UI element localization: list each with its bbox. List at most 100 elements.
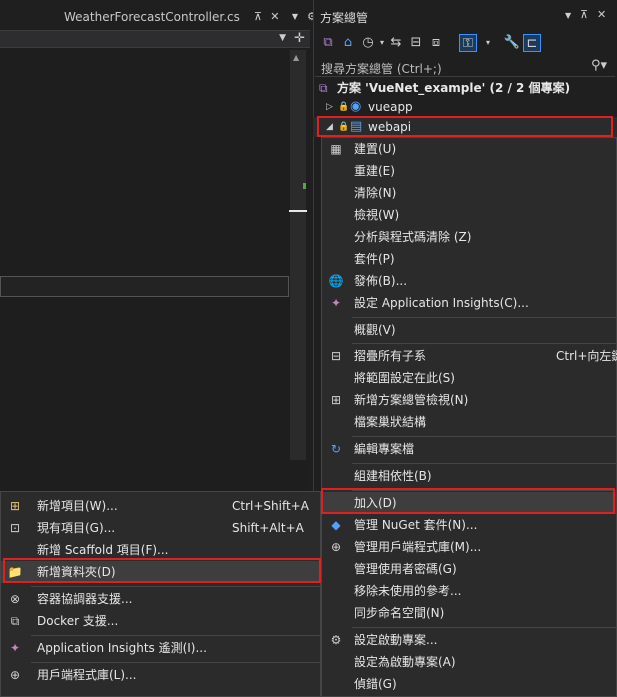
split-editor-icon[interactable]: ✛ xyxy=(294,31,305,46)
menu-item-set-startup[interactable]: 設定為啟動專案(A) xyxy=(322,651,616,673)
editor-find-box[interactable] xyxy=(0,276,289,297)
menu-item-scope-here[interactable]: 將範圍設定在此(S) xyxy=(322,367,616,389)
menu-item-rebuild[interactable]: 重建(E) xyxy=(322,160,616,182)
add-submenu: ⊞ 新增項目(W)... Ctrl+Shift+A ⊡ 現有項目(G)... Shift… xyxy=(0,491,321,697)
collapse-all-icon[interactable]: ⊟ xyxy=(407,34,425,52)
menu-item-collapse-all[interactable]: ⊟ 摺疊所有子系 Ctrl+向左鍵 xyxy=(322,345,617,367)
scroll-position-marker xyxy=(289,210,307,212)
menu-item-startup-projects[interactable]: ⚙ 設定啟動專案... xyxy=(322,629,616,651)
menu-item-new-view[interactable]: ⊞ 新增方案總管檢視(N) xyxy=(322,389,616,411)
webapi-label: webapi xyxy=(368,120,412,134)
menu-item-edit-project[interactable]: ↻ 編輯專案檔 xyxy=(322,438,616,460)
submenu-item-client-library[interactable]: ⊕ 用戶端程式庫(L)... xyxy=(1,664,320,686)
lock-icon: 🔒 xyxy=(338,122,350,132)
menu-item-sync-namespaces[interactable]: 同步命名空間(N) xyxy=(322,602,616,624)
menu-item-packages[interactable]: 套件(P) xyxy=(322,248,616,270)
menu-item-view[interactable]: 檢視(W) xyxy=(322,204,616,226)
menu-item-nuget[interactable]: ◆ 管理 NuGet 套件(N)... xyxy=(322,514,616,536)
new-view-icon: ⊞ xyxy=(330,393,342,407)
submenu-item-existing-item[interactable]: ⊡ 現有項目(G)... Shift+Alt+A xyxy=(1,517,320,539)
menu-item-analyze[interactable]: 分析與程式碼清除 (Z) xyxy=(322,226,616,248)
submenu-item-new-item[interactable]: ⊞ 新增項目(W)... Ctrl+Shift+A xyxy=(1,495,320,517)
publish-globe-icon: 🌐 xyxy=(328,274,344,288)
menu-item-add[interactable]: 加入(D) xyxy=(322,492,616,514)
document-tab-strip: WeatherForecastController.cs ⊼ ✕ ▼ ⚙ xyxy=(0,0,317,30)
nuget-icon: ◆ xyxy=(331,518,341,532)
home-icon[interactable]: ⌂ xyxy=(339,34,357,52)
document-tab[interactable]: WeatherForecastController.cs ⊼ ✕ ▼ ⚙ xyxy=(64,7,319,27)
tree-node-solution[interactable]: ⧉ 方案 'VueNet_example' (2 / 2 個專案) xyxy=(313,78,617,98)
vs-switch-views-icon[interactable]: ⧉ xyxy=(319,34,337,52)
pending-changes-filter-icon[interactable]: ⚿ xyxy=(459,34,477,52)
panel-title: 方案總管 xyxy=(320,11,369,25)
menu-item-build-dependencies[interactable]: 組建相依性(B) xyxy=(322,465,616,487)
menu-item-build[interactable]: ▦ 建置(U) xyxy=(322,138,616,160)
solution-explorer-search[interactable]: 搜尋方案總管 (Ctrl+;) ⚲▾ xyxy=(315,57,615,77)
chevron-down-icon[interactable]: ▾ xyxy=(479,34,497,52)
properties-wrench-icon[interactable]: 🔧 xyxy=(503,34,521,52)
solution-explorer-toolbar: ⧉ ⌂ ◷ ▾ ⇆ ⊟ ⧈ ⚿ ▾ 🔧 ⊏ xyxy=(313,30,617,56)
collapse-arrow-icon[interactable]: ◢ xyxy=(326,117,333,137)
client-library-icon: ⊕ xyxy=(9,668,21,682)
tree-node-webapi[interactable]: ◢ 🔒 ▤ webapi xyxy=(313,117,617,137)
pin-icon[interactable]: ⊼ xyxy=(580,8,588,21)
container-icon: ⊗ xyxy=(9,592,21,606)
new-folder-icon: 📁 xyxy=(7,565,23,579)
close-icon[interactable]: ✕ xyxy=(268,10,282,24)
submenu-item-new-folder[interactable]: 📁 新增資料夾(D) xyxy=(1,561,320,583)
menu-separator xyxy=(352,490,616,491)
project-context-menu: ▦ 建置(U) 重建(E) 清除(N) 檢視(W) 分析與程式碼清除 (Z) 套件… xyxy=(321,137,617,697)
menu-separator xyxy=(352,343,616,344)
vertical-scrollbar[interactable]: ▲ xyxy=(289,50,307,460)
menu-separator xyxy=(31,662,320,663)
submenu-item-container-orchestrator[interactable]: ⊗ 容器協調器支援... xyxy=(1,588,320,610)
chevron-down-icon[interactable]: ▼ xyxy=(565,11,571,20)
menu-item-debug[interactable]: 偵錯(G) xyxy=(322,673,616,695)
editor-navigation-bar[interactable]: ▼ ✛ xyxy=(0,30,310,48)
solution-icon: ⧉ xyxy=(319,81,328,95)
gear-icon: ⚙ xyxy=(330,633,342,647)
web-project-icon: ▤ xyxy=(350,119,363,134)
insights-icon: ✦ xyxy=(330,296,342,310)
collapse-icon: ⊟ xyxy=(330,349,342,363)
document-tab-title: WeatherForecastController.cs xyxy=(64,10,240,24)
pin-icon[interactable]: ⊼ xyxy=(251,10,265,24)
chevron-down-icon[interactable]: ▼ xyxy=(279,33,286,43)
submenu-item-docker[interactable]: ⧉ Docker 支援... xyxy=(1,610,320,632)
new-item-icon: ⊞ xyxy=(9,499,21,513)
menu-item-user-secrets[interactable]: 管理使用者密碼(G) xyxy=(322,558,616,580)
menu-item-app-insights[interactable]: ✦ 設定 Application Insights(C)... xyxy=(322,292,616,314)
lock-icon: 🔒 xyxy=(338,102,350,112)
menu-separator xyxy=(31,635,320,636)
search-placeholder: 搜尋方案總管 (Ctrl+;) xyxy=(321,62,442,76)
close-icon[interactable]: ✕ xyxy=(597,8,606,21)
existing-item-icon: ⊡ xyxy=(9,521,21,535)
menu-item-publish[interactable]: 🌐 發佈(B)... xyxy=(322,270,616,292)
expand-arrow-icon[interactable]: ▷ xyxy=(326,97,333,117)
chevron-down-icon[interactable]: ▼ xyxy=(288,10,302,24)
menu-item-file-nesting[interactable]: 檔案巢狀結構 xyxy=(322,411,616,433)
vueapp-label: vueapp xyxy=(368,100,413,114)
submenu-item-scaffold[interactable]: 新增 Scaffold 項目(F)... xyxy=(1,539,320,561)
tree-node-vueapp[interactable]: ▷ 🔒 ◉ vueapp xyxy=(313,97,617,117)
menu-separator xyxy=(352,436,616,437)
solution-label: 方案 'VueNet_example' (2 / 2 個專案) xyxy=(337,81,571,95)
show-all-files-icon[interactable]: ⧈ xyxy=(427,34,445,52)
client-library-icon: ⊕ xyxy=(330,540,342,554)
menu-item-overview[interactable]: 概觀(V) xyxy=(322,319,616,341)
preview-selected-icon[interactable]: ⊏ xyxy=(523,34,541,52)
web-project-icon: ◉ xyxy=(350,99,362,114)
build-icon: ▦ xyxy=(330,142,342,156)
edit-project-icon: ↻ xyxy=(330,442,342,456)
search-icon[interactable]: ⚲▾ xyxy=(591,58,607,73)
solution-explorer-titlebar: 方案總管 ▼ ⊼ ✕ xyxy=(313,6,617,26)
scroll-up-icon[interactable]: ▲ xyxy=(293,53,299,62)
submenu-item-app-insights[interactable]: ✦ Application Insights 遙測(I)... xyxy=(1,637,320,659)
menu-item-clean[interactable]: 清除(N) xyxy=(322,182,616,204)
sync-icon[interactable]: ⇆ xyxy=(387,34,405,52)
docker-icon: ⧉ xyxy=(10,614,20,628)
menu-separator xyxy=(352,627,616,628)
menu-item-client-libraries[interactable]: ⊕ 管理用戶端程式庫(M)... xyxy=(322,536,616,558)
menu-item-remove-unused-refs[interactable]: 移除未使用的參考... xyxy=(322,580,616,602)
menu-separator xyxy=(352,463,616,464)
